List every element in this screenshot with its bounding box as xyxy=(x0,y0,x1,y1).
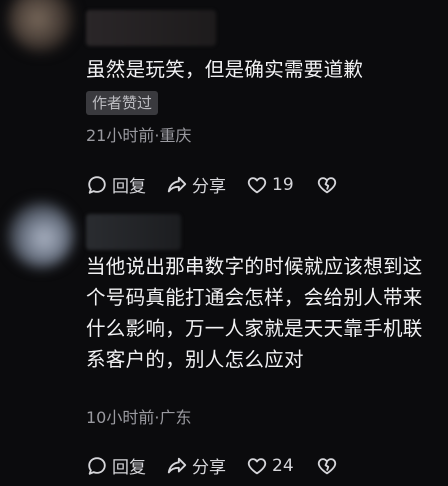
comment-item: 虽然是玩笑，但是确实需要道歉 作者赞过 21小时前·重庆 回复 分享 19 xyxy=(0,0,448,210)
author-liked-badge: 作者赞过 xyxy=(86,91,159,115)
comment-actions: 回复 分享 19 xyxy=(86,172,358,197)
share-label: 分享 xyxy=(192,458,226,478)
heart-icon xyxy=(247,176,267,193)
share-label: 分享 xyxy=(192,177,226,197)
comment-item: 当他说出那串数字的时候就应该想到这个号码真能打通会怎样，会给别人带来什么影响，万… xyxy=(0,198,448,486)
dislike-button[interactable] xyxy=(316,174,338,196)
share-button[interactable]: 分享 xyxy=(166,453,226,478)
comment-actions: 回复 分享 24 xyxy=(86,453,358,478)
username-blurred[interactable] xyxy=(86,214,181,250)
chat-bubble-icon xyxy=(88,175,106,194)
chat-bubble-icon xyxy=(88,456,106,475)
avatar[interactable] xyxy=(8,202,74,268)
reply-label: 回复 xyxy=(112,177,146,197)
reply-label: 回复 xyxy=(112,458,146,478)
broken-heart-icon xyxy=(317,176,336,193)
comment-feed: 虽然是玩笑，但是确实需要道歉 作者赞过 21小时前·重庆 回复 分享 19 当他… xyxy=(0,0,448,486)
like-button[interactable]: 24 xyxy=(246,455,294,477)
like-count: 19 xyxy=(272,174,294,195)
share-button[interactable]: 分享 xyxy=(166,172,226,197)
comment-text: 虽然是玩笑，但是确实需要道歉 xyxy=(86,58,364,81)
share-arrow-icon xyxy=(167,457,187,473)
comment-meta: 10小时前·广东 xyxy=(86,408,192,427)
reply-button[interactable]: 回复 xyxy=(86,172,146,197)
broken-heart-icon xyxy=(317,457,336,474)
username-blurred[interactable] xyxy=(86,10,216,46)
dislike-button[interactable] xyxy=(316,455,338,477)
comment-meta: 21小时前·重庆 xyxy=(86,126,192,145)
heart-icon xyxy=(247,457,267,474)
like-count: 24 xyxy=(272,455,294,476)
reply-button[interactable]: 回复 xyxy=(86,453,146,478)
like-button[interactable]: 19 xyxy=(246,174,294,196)
avatar[interactable] xyxy=(8,0,74,52)
share-arrow-icon xyxy=(167,176,187,192)
comment-text: 当他说出那串数字的时候就应该想到这个号码真能打通会怎样，会给别人带来什么影响，万… xyxy=(86,255,423,371)
